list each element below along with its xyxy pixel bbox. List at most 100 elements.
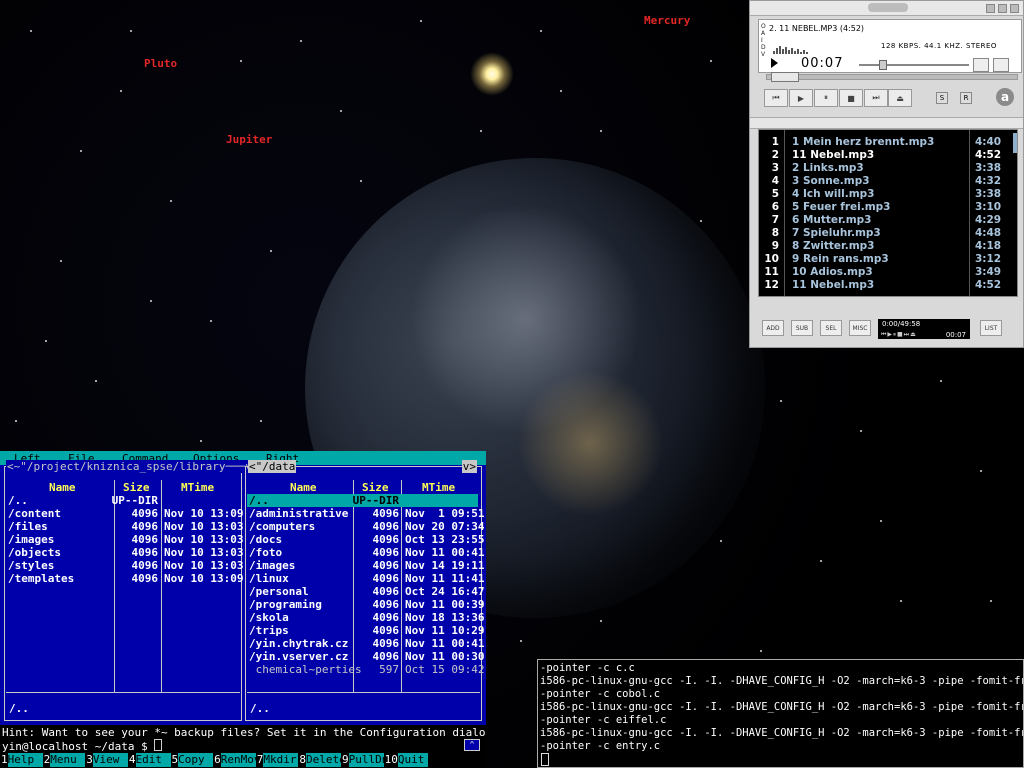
star (170, 200, 172, 202)
file-list-row[interactable]: chemical~perties 597 Oct 15 09:42 (247, 663, 485, 676)
file-size: 4096 (372, 611, 400, 624)
fkey-renmov[interactable]: 6RenMov (213, 753, 256, 767)
playlist-misc-button[interactable]: MISC (849, 320, 871, 336)
playlist-item[interactable]: 5 4 Ich will.mp3 3:38 (759, 188, 1011, 201)
pause-button[interactable]: ⏸ (814, 89, 838, 107)
shade-icon[interactable] (998, 4, 1007, 13)
fkey-menu[interactable]: 2 Menu (43, 753, 86, 767)
playlist-item[interactable]: 1 1 Mein herz brennt.mp3 4:40 (759, 136, 1011, 149)
playlist-item[interactable]: 9 8 Zwitter.mp3 4:18 (759, 240, 1011, 253)
file-list-row[interactable]: /computers 4096 Nov 20 07:34 (247, 520, 484, 533)
seek-knob[interactable] (771, 72, 799, 82)
fkey-mkdir[interactable]: 7 Mkdir (256, 753, 299, 767)
play-button[interactable]: ▶ (789, 89, 813, 107)
playlist-item[interactable]: 10 9 Rein rans.mp3 3:12 (759, 253, 1011, 266)
fkey-label: View (92, 753, 128, 767)
fkey-edit[interactable]: 4 Edit (128, 753, 171, 767)
fkey-pulldn[interactable]: 9PullDn (341, 753, 384, 767)
star (300, 40, 302, 42)
command-prompt[interactable]: yin@localhost ~/data $ (2, 739, 163, 753)
playlist-item[interactable]: 12 11 Nebel.mp3 4:52 (759, 279, 1011, 292)
file-list-row[interactable]: /.. UP--DIR (247, 494, 478, 507)
equalizer-toggle[interactable] (973, 58, 989, 72)
playlist-sel-button[interactable]: SEL (820, 320, 842, 336)
playlist-item[interactable]: 8 7 Spieluhr.mp3 4:48 (759, 227, 1011, 240)
playlist-toggle[interactable] (993, 58, 1009, 72)
file-list-row[interactable]: /files 4096 Nov 10 13:03 (6, 520, 243, 533)
fkey-quit[interactable]: 10 Quit (384, 753, 428, 767)
file-mtime: Nov 14 19:11 (405, 559, 485, 572)
file-list-row[interactable]: /personal 4096 Oct 24 16:47 (247, 585, 484, 598)
elapsed-time[interactable]: 00:07 (801, 56, 843, 71)
volume-slider[interactable] (859, 60, 969, 70)
fkey-number: 7 (256, 753, 264, 766)
playlist-item[interactable]: 3 2 Links.mp3 3:38 (759, 162, 1011, 175)
playlist-scrollbar[interactable] (1013, 133, 1017, 153)
file-list-row[interactable]: /trips 4096 Nov 11 10:29 (247, 624, 484, 637)
file-list-row[interactable]: /yin.vserver.cz 4096 Nov 11 00:30 (247, 650, 484, 663)
right-panel[interactable]: <"/data v> Name Size MTime /.. /.. UP--DI… (245, 460, 485, 721)
file-mtime: Nov 10 13:03 (164, 520, 244, 533)
spectrum-visualizer[interactable] (773, 46, 821, 54)
xmms-about-icon[interactable]: a (996, 88, 1014, 106)
repeat-button[interactable]: R (960, 92, 972, 104)
file-list-row[interactable]: /linux 4096 Nov 11 11:41 (247, 572, 484, 585)
minimize-icon[interactable] (986, 4, 995, 13)
midnight-commander-window: Left File Command Options Right <~"/proj… (0, 451, 486, 768)
fkey-delete[interactable]: 8Delete (298, 753, 341, 767)
playlist-titlebar[interactable] (750, 117, 1023, 129)
file-list-row[interactable]: /.. UP--DIR (6, 494, 238, 507)
playlist-item[interactable]: 6 5 Feuer frei.mp3 3:10 (759, 201, 1011, 214)
playlist[interactable]: 1 1 Mein herz brennt.mp3 4:40 2 11 Nebel.mp3… (758, 129, 1018, 297)
file-list-row[interactable]: /administrative 4096 Nov 1 09:51 (247, 507, 484, 520)
playlist-item[interactable]: 4 3 Sonne.mp3 4:32 (759, 175, 1011, 188)
star (340, 110, 342, 112)
eject-button[interactable]: ⏏ (888, 89, 912, 107)
file-list-row[interactable]: /images 4096 Nov 14 19:11 (247, 559, 484, 572)
shuffle-button[interactable]: S (936, 92, 948, 104)
file-list-row[interactable]: /yin.chytrak.cz 4096 Nov 11 00:41 (247, 637, 484, 650)
star (480, 130, 482, 132)
file-list-row[interactable]: /objects 4096 Nov 10 13:03 (6, 546, 243, 559)
next-button[interactable]: ⏭ (864, 89, 888, 107)
file-list-row[interactable]: /foto 4096 Nov 11 00:41 (247, 546, 484, 559)
file-list-row[interactable]: /docs 4096 Oct 13 23:55 (247, 533, 484, 546)
fkey-view[interactable]: 3 View (85, 753, 128, 767)
file-list-row[interactable]: /skola 4096 Nov 18 13:36 (247, 611, 484, 624)
file-list-row[interactable]: /images 4096 Nov 10 13:03 (6, 533, 243, 546)
planet-label-jupiter: Jupiter (226, 133, 273, 146)
playlist-list-button[interactable]: LIST (980, 320, 1002, 336)
star (560, 90, 562, 92)
previous-button[interactable]: ⏮ (764, 89, 788, 107)
stop-button[interactable]: ■ (839, 89, 863, 107)
left-panel[interactable]: <~"/project/kniznica_spse/library───v> N… (4, 460, 260, 721)
fkey-copy[interactable]: 5 Copy (171, 753, 214, 767)
scroll-up-icon[interactable]: ^ (464, 739, 480, 751)
playlist-item-title: 10 Adios.mp3 (792, 266, 873, 278)
terminal-window[interactable]: -pointer -c c.c i586-pc-linux-gnu-gcc -I.… (537, 659, 1024, 768)
playlist-sub-button[interactable]: SUB (791, 320, 813, 336)
volume-knob[interactable] (879, 60, 887, 70)
playlist-item-title: 8 Zwitter.mp3 (792, 240, 875, 252)
playlist-item[interactable]: 7 6 Mutter.mp3 4:29 (759, 214, 1011, 227)
left-panel-path[interactable]: <~"/project/kniznica_spse/library───v> (6, 460, 260, 473)
file-list-row[interactable]: /styles 4096 Nov 10 13:03 (6, 559, 243, 572)
file-list-row[interactable]: /templates 4096 Nov 10 13:09 (6, 572, 243, 585)
file-name: /trips (249, 624, 289, 637)
file-mtime: Nov 11 00:41 (405, 637, 485, 650)
right-panel-path[interactable]: <"/data (248, 460, 297, 473)
right-panel-path-end[interactable]: v> (461, 460, 477, 473)
playlist-item-title: 7 Spieluhr.mp3 (792, 227, 881, 239)
playlist-item[interactable]: 11 10 Adios.mp3 3:49 (759, 266, 1011, 279)
fkey-help[interactable]: 1 Help (0, 753, 43, 767)
file-list-row[interactable]: /content 4096 Nov 10 13:09 (6, 507, 243, 520)
file-size: 597 (379, 663, 399, 676)
playlist-item[interactable]: 2 11 Nebel.mp3 4:52 (759, 149, 1011, 162)
playlist-add-button[interactable]: ADD (762, 320, 784, 336)
mini-transport-icons[interactable]: ⏮▶⏸■⏭⏏ (881, 331, 917, 339)
star (760, 650, 762, 652)
close-icon[interactable] (1010, 4, 1019, 13)
xmms-titlebar[interactable] (750, 1, 1023, 16)
seek-bar[interactable] (766, 72, 1018, 82)
file-list-row[interactable]: /programing 4096 Nov 11 00:39 (247, 598, 484, 611)
